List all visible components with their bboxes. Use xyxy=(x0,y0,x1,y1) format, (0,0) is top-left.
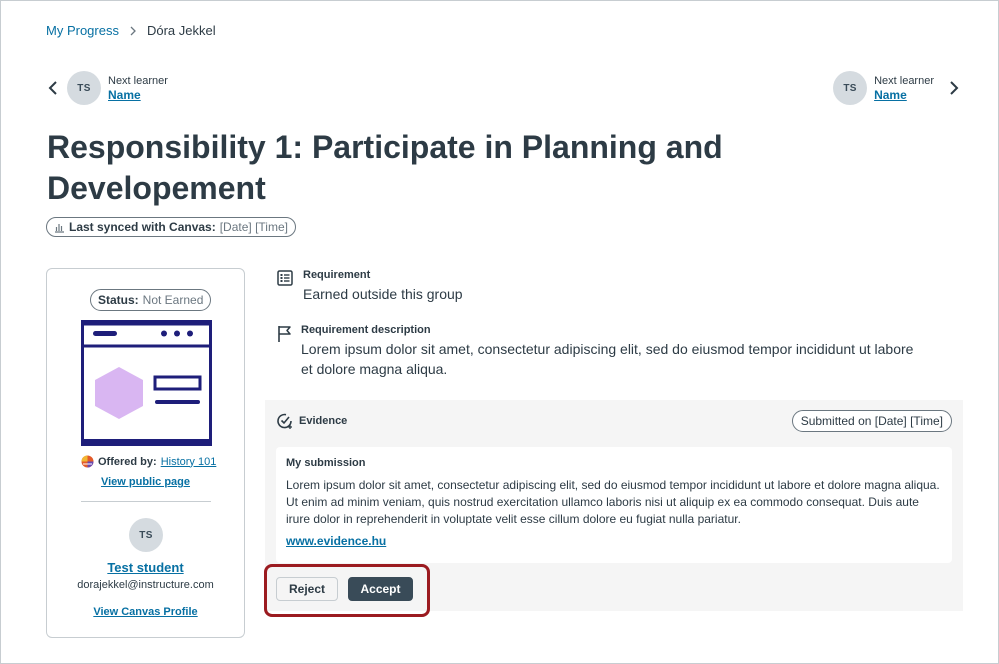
requirement-description-text: Lorem ipsum dolor sit amet, consectetur … xyxy=(301,341,914,377)
submission-text: Lorem ipsum dolor sit amet, consectetur … xyxy=(286,478,940,526)
requirement-text: Earned outside this group xyxy=(303,286,463,302)
badge-illustration xyxy=(81,320,212,451)
offered-by: Offered by: History 101 xyxy=(81,455,216,468)
status-badge: Status: Not Earned xyxy=(90,289,212,311)
evidence-header: Evidence xyxy=(276,412,347,430)
list-icon xyxy=(277,268,295,304)
status-value: Not Earned xyxy=(142,293,204,307)
evidence-link[interactable]: www.evidence.hu xyxy=(286,534,942,548)
requirement-description-section: Requirement description Lorem ipsum dolo… xyxy=(277,323,927,379)
submitted-badge: Submitted on [Date] [Time] xyxy=(791,410,952,432)
breadcrumb-my-progress[interactable]: My Progress xyxy=(46,23,119,38)
chevron-right-icon[interactable] xyxy=(946,80,962,96)
offered-label: Offered by: xyxy=(98,455,157,468)
breadcrumb-current: Dóra Jekkel xyxy=(146,23,216,38)
sync-status-badge: Last synced with Canvas: [Date] [Time] xyxy=(46,217,296,237)
view-public-page-link[interactable]: View public page xyxy=(47,476,244,488)
page-title: Responsibility 1: Participate in Plannin… xyxy=(47,129,723,206)
requirement-description-label: Requirement description xyxy=(301,324,431,336)
chevron-right-icon xyxy=(129,26,137,36)
view-canvas-profile-link[interactable]: View Canvas Profile xyxy=(47,606,244,618)
avatar: TS xyxy=(129,518,163,552)
avatar: TS xyxy=(833,71,868,105)
sync-label: Last synced with Canvas: xyxy=(69,220,216,234)
course-link[interactable]: History 101 xyxy=(161,456,217,468)
globe-icon xyxy=(81,455,94,468)
breadcrumb: My Progress Dóra Jekkel xyxy=(46,23,216,38)
divider xyxy=(81,501,211,502)
evidence-panel: Evidence Submitted on [Date] [Time] My s… xyxy=(265,400,963,611)
badge-card: Status: Not Earned Offered by: History 1… xyxy=(46,268,245,638)
avatar: TS xyxy=(67,71,101,105)
student-avatar: TS xyxy=(129,518,163,552)
requirement-label: Requirement xyxy=(303,269,371,281)
check-circle-icon xyxy=(276,412,294,430)
next-learner-nav[interactable]: TS Next learner Name xyxy=(833,71,962,105)
submission-heading: My submission xyxy=(286,457,366,469)
sync-value: [Date] [Time] xyxy=(219,220,288,234)
evidence-label: Evidence xyxy=(299,415,348,427)
submission-box: My submission Lorem ipsum dolor sit amet… xyxy=(276,447,952,563)
learner-name-link[interactable]: Name xyxy=(108,88,168,102)
reject-button[interactable]: Reject xyxy=(276,577,338,601)
status-label: Status: xyxy=(98,293,139,307)
requirement-section: Requirement Earned outside this group xyxy=(277,268,463,304)
student-email: dorajekkel@instructure.com xyxy=(77,579,214,591)
learner-name-link[interactable]: Name xyxy=(874,88,934,102)
action-buttons: Reject Accept xyxy=(276,577,413,601)
accept-button[interactable]: Accept xyxy=(348,577,413,601)
app-frame: My Progress Dóra Jekkel TS Next learner … xyxy=(0,0,999,664)
previous-learner-nav[interactable]: TS Next learner Name xyxy=(45,71,168,105)
learner-label: Next learner xyxy=(108,75,168,87)
flag-icon xyxy=(277,323,293,379)
sync-chart-icon xyxy=(54,222,65,233)
chevron-left-icon[interactable] xyxy=(45,80,61,96)
learner-label: Next learner xyxy=(874,75,934,87)
student-name-link[interactable]: Test student xyxy=(47,560,244,575)
